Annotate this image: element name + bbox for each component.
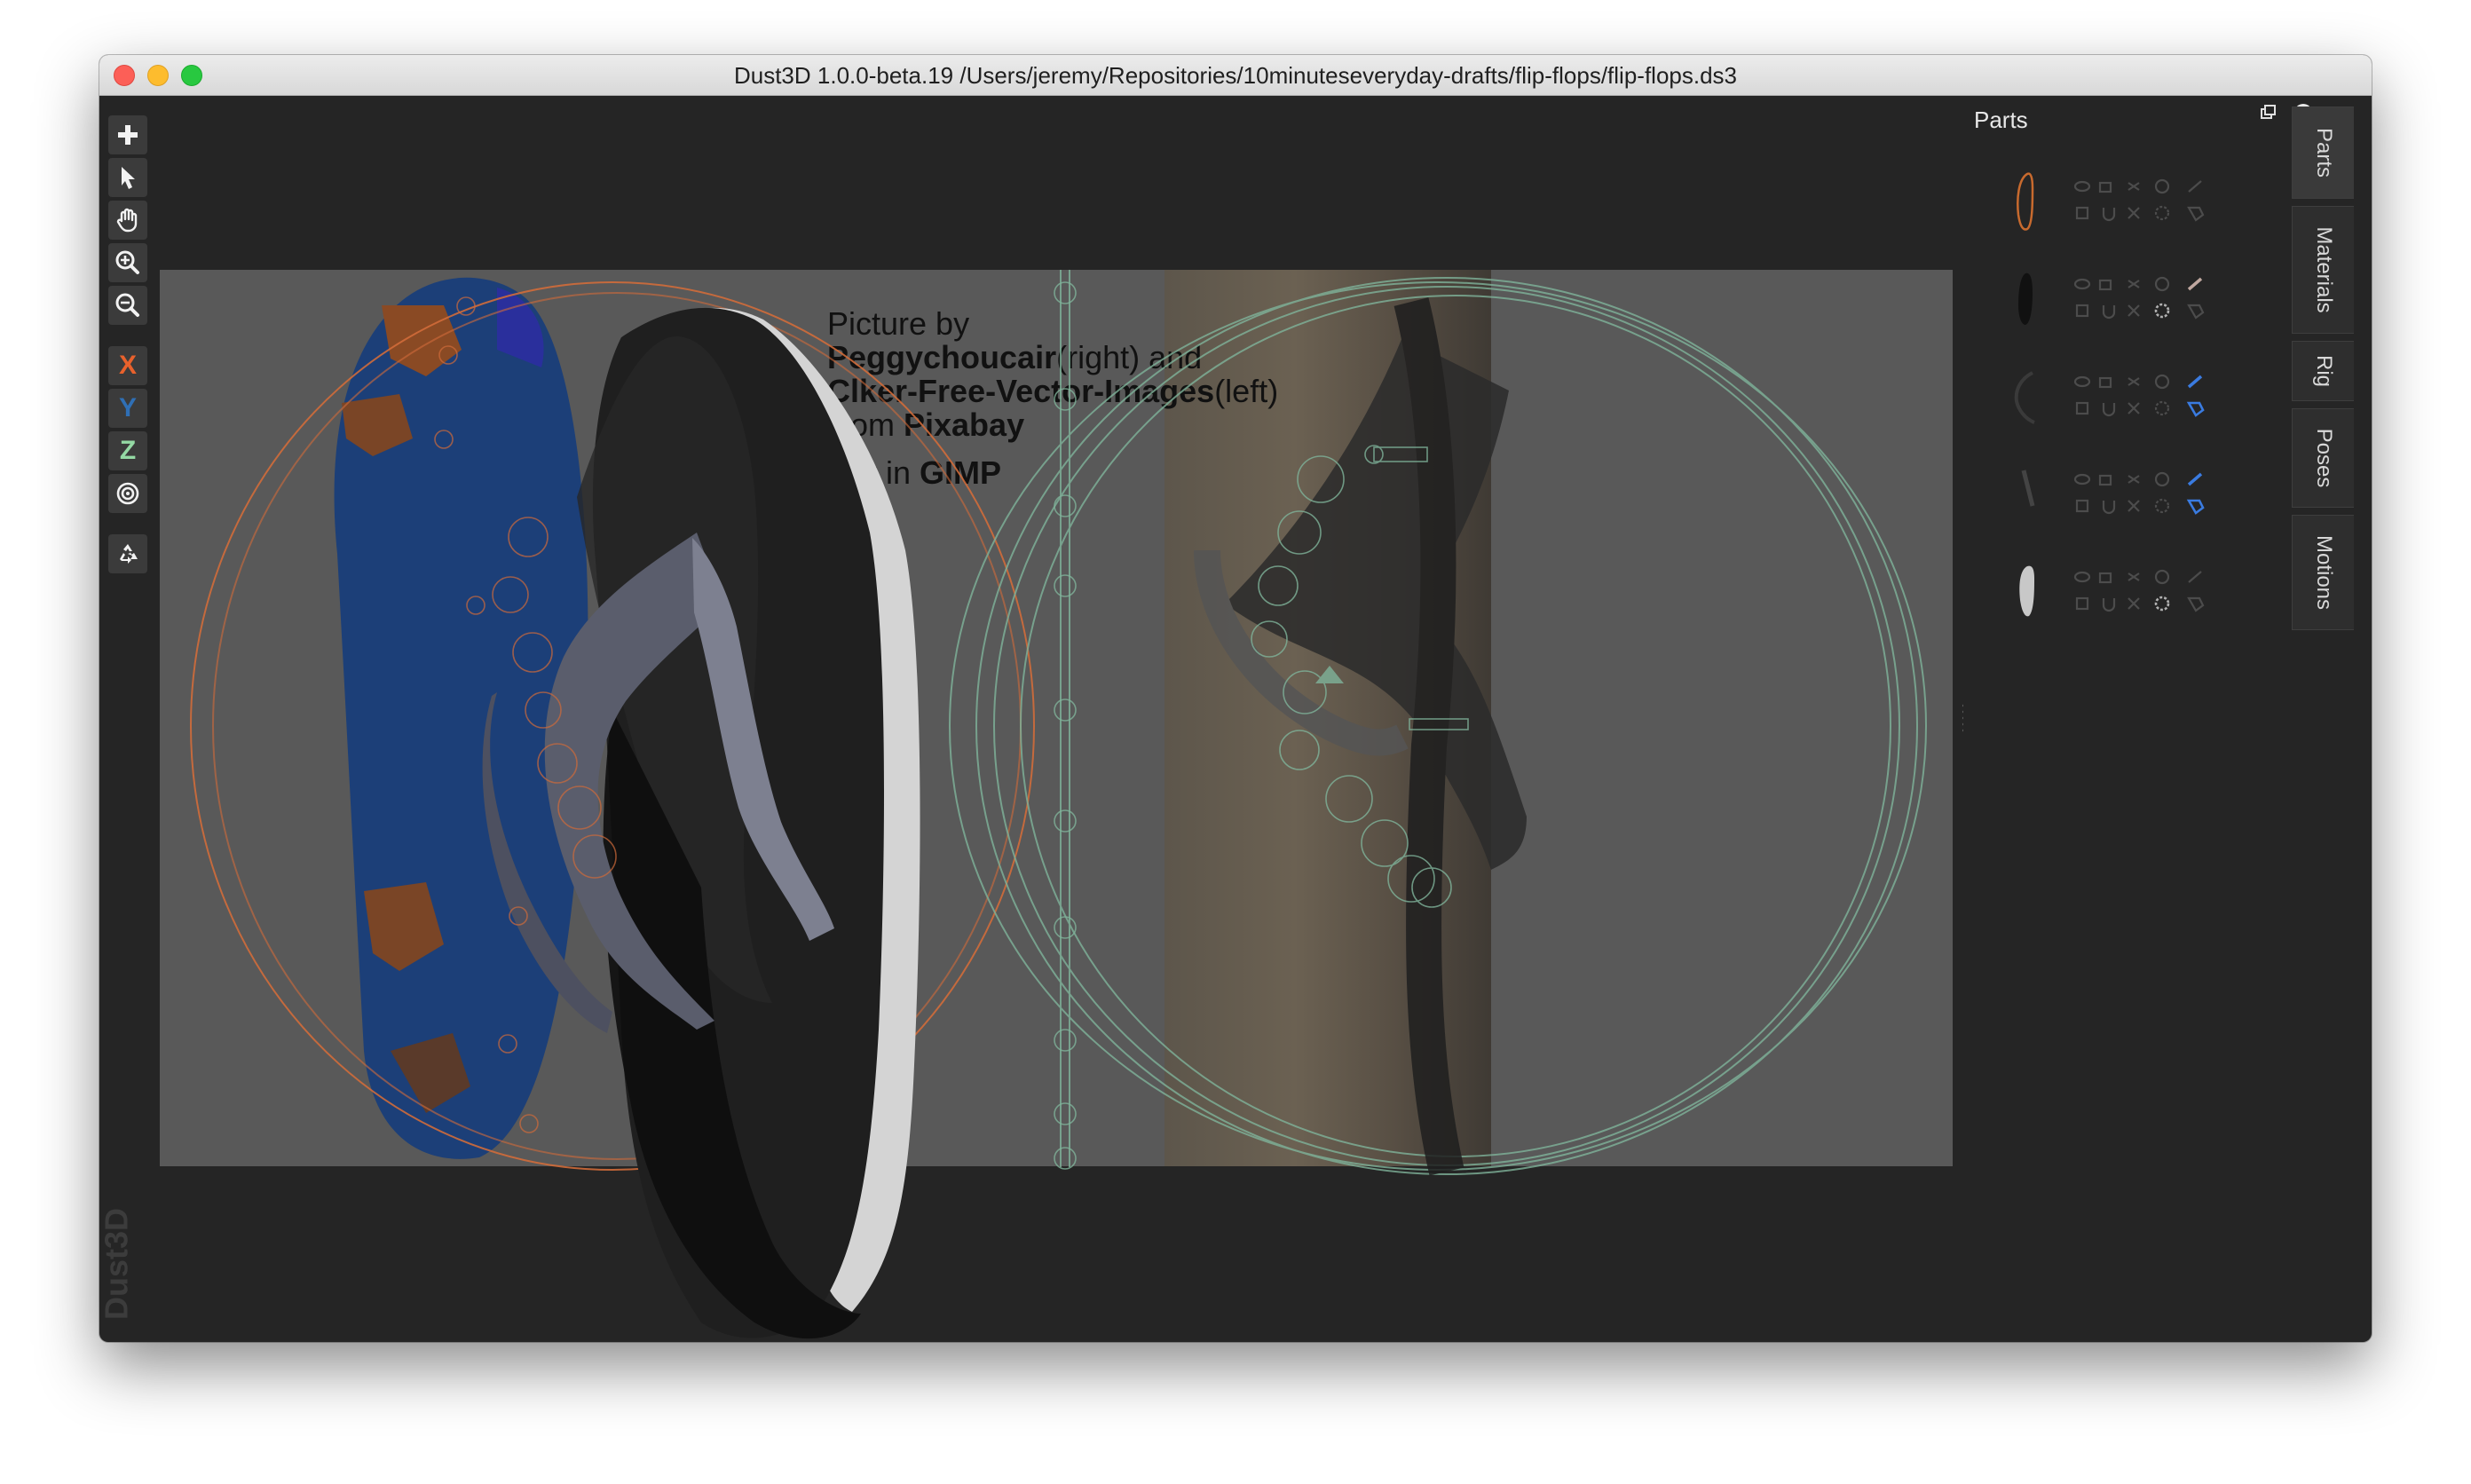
model-viewport[interactable]: Picture by Peggychoucair(right) and Clke… [160,270,1953,1166]
part-thumbnail [2017,172,2034,231]
part-option-icons[interactable] [2073,568,2215,618]
pan-button[interactable] [108,201,147,240]
parts-panel-title: Parts [1974,107,2028,133]
radius-target-icon [116,482,139,505]
part-thumbnail [2018,272,2033,325]
zoom-out-icon [115,293,139,317]
part-option-icons[interactable] [2073,373,2215,422]
reference-credit-text: Picture by Peggychoucair(right) and Clke… [827,307,1278,490]
dust3d-watermark: Dust3D [103,1208,135,1320]
credit-author-left: Clker-Free-Vector-Images [827,373,1215,409]
part-item[interactable] [1981,549,2265,637]
credit-line-3: (left) [1214,373,1279,409]
radius-lock-button[interactable] [108,474,147,513]
credit-line-2: (right) and [1056,339,1203,375]
zoom-in-icon [115,250,139,274]
plus-icon [118,125,138,145]
part-thumbnail [2014,371,2035,424]
part-item[interactable] [1981,256,2265,344]
credit-line-1: Picture by [827,305,970,342]
part-option-icons[interactable] [2073,470,2215,520]
part-thumbnail [2021,470,2035,507]
parts-panel: Parts [1963,96,2283,1342]
part-item[interactable] [1981,353,2265,442]
x-axis-lock-button[interactable]: X [108,346,147,385]
svg-text:Dust3D: Dust3D [103,1208,135,1320]
part-thumbnail [2019,565,2034,617]
credit-author-right: Peggychoucair [827,339,1057,375]
tab-rig[interactable]: Rig [2292,341,2354,401]
app-window: Dust3D 1.0.0-beta.19 /Users/jeremy/Repos… [99,55,2372,1342]
z-axis-lock-button[interactable]: Z [108,431,147,470]
part-item[interactable] [1981,158,2265,247]
recycle-icon [120,544,138,564]
part-option-icons[interactable] [2073,275,2215,325]
regenerate-button[interactable] [108,534,147,573]
credit-tool: GIMP [920,454,1002,491]
part-item[interactable] [1981,451,2265,540]
tab-parts[interactable]: Parts [2292,107,2354,199]
window-title: Dust3D 1.0.0-beta.19 /Users/jeremy/Repos… [733,62,1738,89]
add-node-button[interactable] [108,115,147,154]
credit-source: Pixabay [904,407,1025,443]
tab-poses[interactable]: Poses [2292,408,2354,508]
credit-line-4: rom [840,407,904,443]
zoom-in-button[interactable] [108,243,147,282]
credit-line-5: t in [868,454,920,491]
zoom-out-button[interactable] [108,286,147,325]
hand-pan-icon [116,208,138,233]
undock-icon[interactable] [2258,103,2278,122]
tab-motions[interactable]: Motions [2292,515,2354,630]
side-tab-bar: Parts Materials Rig Poses Motions [2292,96,2372,1342]
title-bar[interactable]: Dust3D 1.0.0-beta.19 /Users/jeremy/Repos… [99,55,2372,96]
tab-materials[interactable]: Materials [2292,206,2354,334]
select-arrow-icon [122,167,135,189]
y-axis-lock-button[interactable]: Y [108,389,147,428]
part-option-icons[interactable] [2073,178,2215,227]
select-button[interactable] [108,158,147,197]
